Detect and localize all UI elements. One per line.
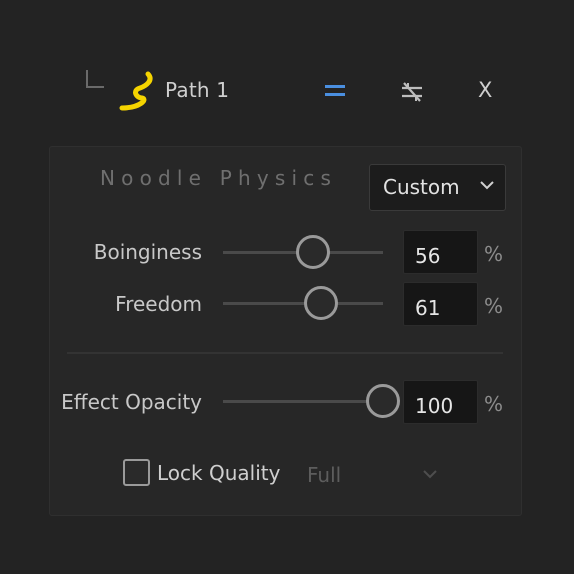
squiggle-path-icon: [119, 71, 153, 111]
boinginess-unit: %: [484, 242, 504, 266]
freedom-slider-thumb[interactable]: [303, 286, 338, 320]
effect-opacity-slider-track[interactable]: [223, 400, 383, 403]
quality-dropdown[interactable]: Full: [307, 463, 341, 487]
freedom-unit: %: [484, 294, 504, 318]
unlink-icon[interactable]: [400, 80, 424, 104]
freedom-label: Freedom: [115, 292, 202, 316]
tree-corner-icon: [86, 70, 104, 88]
boinginess-label: Boinginess: [93, 240, 202, 264]
panel-title: Noodle Physics: [100, 166, 338, 190]
freedom-value: 61: [415, 296, 441, 320]
effect-opacity-value: 100: [415, 394, 454, 418]
boinginess-slider-thumb[interactable]: [295, 235, 330, 269]
lock-quality-label[interactable]: Lock Quality: [157, 461, 280, 485]
equals-icon[interactable]: [325, 82, 347, 100]
effect-opacity-slider-thumb[interactable]: [366, 384, 400, 418]
path-name: Path 1: [165, 78, 230, 102]
chevron-down-icon: [480, 181, 494, 190]
effect-opacity-unit: %: [484, 392, 504, 416]
lock-quality-checkbox[interactable]: [123, 459, 150, 486]
chevron-down-icon: [423, 470, 437, 479]
boinginess-value: 56: [415, 244, 441, 268]
divider: [67, 352, 503, 354]
effect-opacity-label: Effect Opacity: [61, 390, 202, 414]
preset-value: Custom: [383, 175, 460, 199]
close-button[interactable]: X: [478, 78, 492, 102]
